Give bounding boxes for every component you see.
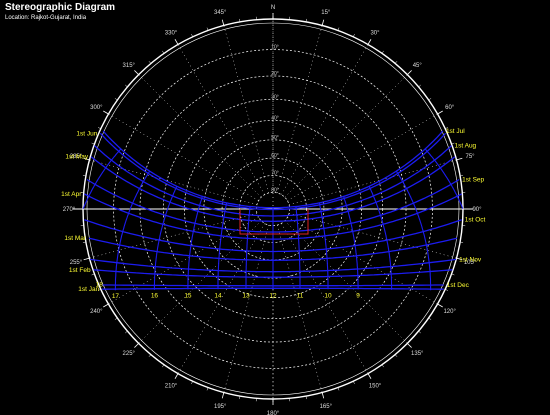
- azimuth-minor-tick: [124, 330, 128, 334]
- azimuth-minor-tick: [381, 364, 384, 368]
- date-label: 1st Apr: [61, 191, 82, 198]
- azimuth-label: 270°: [63, 207, 76, 213]
- azimuth-minor-tick: [148, 60, 152, 64]
- azimuth-label: 90°: [472, 207, 482, 213]
- azimuth-minor-tick: [136, 72, 139, 75]
- date-label: 1st Aug: [454, 143, 476, 150]
- azimuth-label: 300°: [90, 105, 103, 111]
- azimuth-line: [281, 44, 369, 195]
- azimuth-label: 75°: [466, 154, 476, 160]
- azimuth-minor-tick: [136, 343, 139, 346]
- azimuth-minor-tick: [176, 373, 179, 377]
- azimuth-minor-tick: [407, 72, 410, 75]
- azimuth-label: 210°: [165, 384, 178, 390]
- azimuth-label: 135°: [411, 351, 424, 357]
- hour-label: 14: [214, 292, 222, 299]
- azimuth-minor-tick: [162, 364, 165, 368]
- azimuth-minor-tick: [418, 84, 422, 88]
- date-label: 1st Jun: [76, 130, 97, 137]
- azimuth-label: 240°: [90, 309, 103, 315]
- azimuth-minor-tick: [105, 303, 109, 306]
- azimuth-minor-tick: [381, 50, 384, 54]
- azimuth-minor-tick: [176, 41, 179, 45]
- azimuth-label: 15°: [321, 10, 331, 16]
- azimuth-minor-tick: [162, 50, 165, 54]
- azimuth-line: [89, 213, 258, 259]
- hour-label: 11: [297, 292, 304, 299]
- azimuth-minor-tick: [148, 354, 152, 358]
- date-label: 1st Sep: [462, 177, 484, 184]
- azimuth-minor-tick: [394, 60, 398, 64]
- azimuth-label: 60°: [445, 105, 455, 111]
- date-label: 1st May: [65, 154, 89, 161]
- azimuth-minor-tick: [437, 303, 441, 306]
- hour-label: 17: [112, 293, 120, 300]
- altitude-label: 60°: [271, 153, 279, 159]
- altitude-label: 80°: [271, 187, 279, 193]
- hour-label: 15: [184, 293, 192, 300]
- hour-line: [82, 148, 122, 209]
- north-label: N: [271, 5, 275, 11]
- date-label: 1st Feb: [69, 267, 91, 274]
- date-label: 1st Oct: [465, 217, 486, 224]
- altitude-label: 10°: [271, 45, 279, 51]
- altitude-label: 70°: [271, 170, 279, 176]
- stereographic-chart: N15°30°45°60°75°90°105°120°135°150°165°1…: [61, 5, 486, 415]
- azimuth-minor-tick: [437, 112, 441, 115]
- date-label: 1st Dec: [447, 282, 470, 289]
- azimuth-label: 195°: [214, 404, 227, 410]
- azimuth-label: 180°: [267, 411, 280, 415]
- azimuth-label: 45°: [413, 63, 423, 69]
- azimuth-minor-tick: [428, 317, 432, 320]
- azimuth-minor-tick: [105, 112, 109, 115]
- azimuth-minor-tick: [407, 343, 410, 346]
- azimuth-minor-tick: [394, 354, 398, 358]
- azimuth-label: 345°: [214, 10, 227, 16]
- altitude-label: 20°: [271, 71, 279, 77]
- azimuth-line: [89, 159, 258, 205]
- azimuth-minor-tick: [418, 330, 422, 334]
- azimuth-label: 150°: [369, 384, 382, 390]
- hour-label: 12: [269, 292, 277, 299]
- altitude-label: 30°: [271, 94, 279, 100]
- azimuth-label: 330°: [165, 30, 178, 36]
- azimuth-minor-tick: [367, 373, 370, 377]
- hour-label: 9: [356, 293, 360, 300]
- hour-label: 18: [96, 281, 104, 288]
- hour-label: 13: [242, 292, 250, 299]
- azimuth-line: [288, 213, 457, 259]
- azimuth-minor-tick: [428, 98, 432, 101]
- azimuth-line: [223, 25, 269, 194]
- azimuth-label: 225°: [123, 351, 136, 357]
- altitude-label: 40°: [271, 115, 279, 121]
- azimuth-label: 120°: [443, 309, 456, 315]
- azimuth-label: 315°: [123, 63, 136, 69]
- date-label: 1st Mar: [64, 235, 87, 242]
- azimuth-label: 30°: [370, 30, 380, 36]
- azimuth-minor-tick: [114, 317, 118, 320]
- azimuth-label: 165°: [320, 404, 333, 410]
- azimuth-minor-tick: [114, 98, 118, 101]
- azimuth-minor-tick: [367, 41, 370, 45]
- stereographic-diagram-window: Stereographic Diagram Location: Rajkot-G…: [0, 0, 550, 415]
- azimuth-line: [288, 159, 457, 205]
- azimuth-line: [277, 25, 323, 194]
- azimuth-label: 255°: [70, 260, 83, 266]
- azimuth-minor-tick: [124, 84, 128, 88]
- hour-label: 16: [151, 293, 159, 300]
- altitude-label: 50°: [271, 135, 279, 141]
- hour-label: 10: [324, 292, 332, 299]
- date-label: 1st Jul: [446, 128, 465, 135]
- azimuth-line: [177, 44, 265, 195]
- hour-line: [424, 148, 464, 209]
- date-label: 1st Nov: [459, 256, 482, 263]
